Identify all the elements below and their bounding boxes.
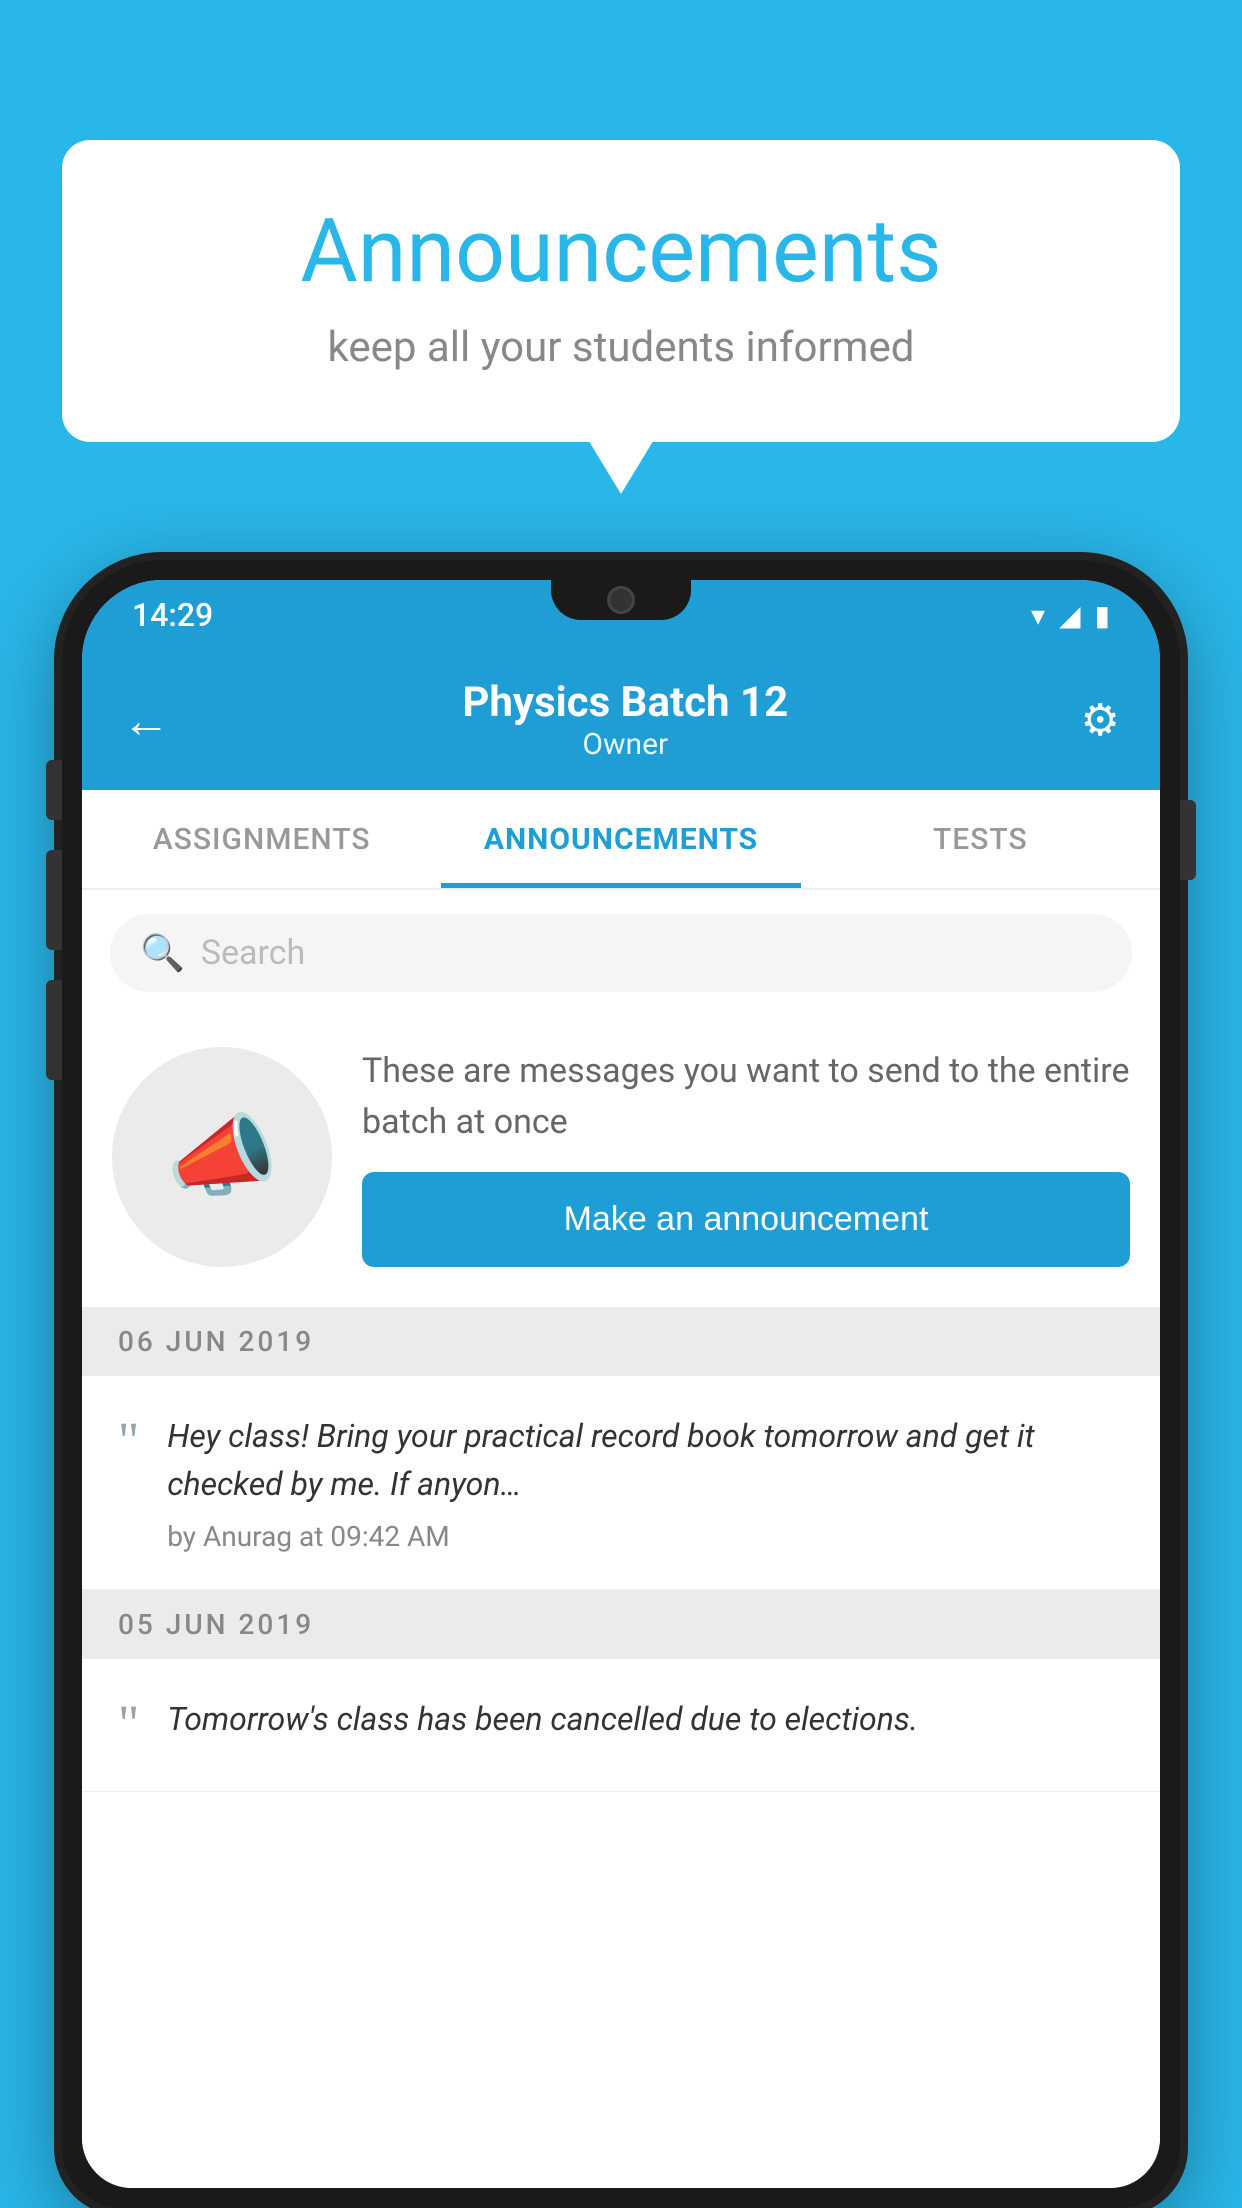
announcement-text-1: Hey class! Bring your practical record b… xyxy=(167,1412,1124,1553)
header-title: Physics Batch 12 xyxy=(462,678,788,727)
bubble-title: Announcements xyxy=(142,200,1100,303)
tab-announcements[interactable]: ANNOUNCEMENTS xyxy=(441,790,800,888)
megaphone-icon: 📣 xyxy=(166,1104,278,1209)
announcement-promo: 📣 These are messages you want to send to… xyxy=(82,1016,1160,1307)
wifi-icon: ▾ xyxy=(1031,599,1045,632)
signal-icon: ◢ xyxy=(1059,599,1081,632)
status-icons: ▾ ◢ ▮ xyxy=(1031,599,1110,632)
phone-screen: 14:29 ▾ ◢ ▮ ← Physics Batch 12 Owner ⚙ xyxy=(82,580,1160,2188)
promo-content: These are messages you want to send to t… xyxy=(362,1046,1130,1267)
megaphone-circle: 📣 xyxy=(112,1047,332,1267)
app-header: ← Physics Batch 12 Owner ⚙ xyxy=(82,650,1160,790)
volume-up-button xyxy=(46,850,62,950)
search-icon: 🔍 xyxy=(140,932,185,974)
quote-icon-2: " xyxy=(118,1699,139,1751)
battery-icon: ▮ xyxy=(1095,599,1110,632)
phone-camera xyxy=(607,586,635,614)
settings-icon[interactable]: ⚙ xyxy=(1081,694,1120,746)
search-bar[interactable]: 🔍 Search xyxy=(110,914,1132,992)
announcement-message-1: Hey class! Bring your practical record b… xyxy=(167,1412,1124,1508)
header-title-section: Physics Batch 12 Owner xyxy=(462,678,788,762)
tab-tests[interactable]: TESTS xyxy=(801,790,1160,888)
date-separator-1: 06 JUN 2019 xyxy=(82,1307,1160,1376)
speech-bubble: Announcements keep all your students inf… xyxy=(62,140,1180,442)
bubble-subtitle: keep all your students informed xyxy=(142,323,1100,372)
announcement-text-2: Tomorrow's class has been cancelled due … xyxy=(167,1695,1124,1755)
phone-frame: 14:29 ▾ ◢ ▮ ← Physics Batch 12 Owner ⚙ xyxy=(62,560,1180,2208)
tabs-bar: ASSIGNMENTS ANNOUNCEMENTS TESTS xyxy=(82,790,1160,890)
tab-assignments[interactable]: ASSIGNMENTS xyxy=(82,790,441,888)
content-area: 🔍 Search 📣 These are messages you want t… xyxy=(82,890,1160,2188)
date-separator-2: 05 JUN 2019 xyxy=(82,1590,1160,1659)
announcement-message-2: Tomorrow's class has been cancelled due … xyxy=(167,1695,1124,1743)
search-input[interactable]: Search xyxy=(201,933,305,973)
announcement-item-1[interactable]: " Hey class! Bring your practical record… xyxy=(82,1376,1160,1590)
status-time: 14:29 xyxy=(132,596,213,634)
promo-description: These are messages you want to send to t… xyxy=(362,1046,1130,1148)
phone-body: 14:29 ▾ ◢ ▮ ← Physics Batch 12 Owner ⚙ xyxy=(62,560,1180,2208)
quote-icon-1: " xyxy=(118,1416,139,1468)
back-button[interactable]: ← xyxy=(122,692,170,749)
announcement-item-2[interactable]: " Tomorrow's class has been cancelled du… xyxy=(82,1659,1160,1792)
mute-button xyxy=(46,760,62,820)
speech-bubble-section: Announcements keep all your students inf… xyxy=(62,140,1180,442)
header-subtitle: Owner xyxy=(462,727,788,762)
volume-down-button xyxy=(46,980,62,1080)
power-button xyxy=(1180,800,1196,880)
make-announcement-button[interactable]: Make an announcement xyxy=(362,1172,1130,1267)
announcement-meta-1: by Anurag at 09:42 AM xyxy=(167,1520,1124,1553)
